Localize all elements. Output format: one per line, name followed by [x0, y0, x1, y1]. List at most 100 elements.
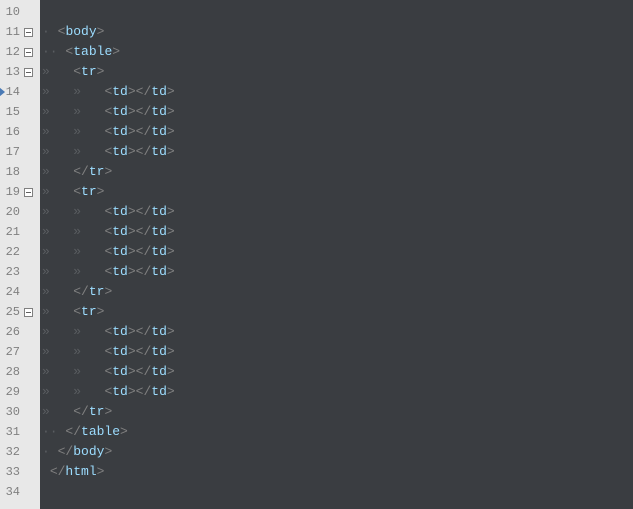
code-line[interactable]: » » <td></td> [42, 82, 633, 102]
code-line[interactable]: » </tr> [42, 402, 633, 422]
gutter-row[interactable]: 29 [0, 382, 40, 402]
fold-toggle-icon [23, 247, 33, 257]
gutter-row[interactable]: 26 [0, 322, 40, 342]
code-line[interactable]: » » <td></td> [42, 362, 633, 382]
tag-name: body [73, 444, 104, 459]
line-number: 20 [0, 202, 22, 222]
bracket: </ [58, 444, 74, 459]
whitespace-marker: » [42, 124, 50, 139]
text [50, 184, 73, 199]
tag-name: td [151, 364, 167, 379]
tag-name: td [151, 264, 167, 279]
bracket: ></ [128, 384, 151, 399]
gutter-row[interactable]: 13 [0, 62, 40, 82]
code-editor[interactable]: 1011121314151617181920212223242526272829… [0, 0, 633, 509]
tag-name: td [151, 324, 167, 339]
gutter-row[interactable]: 32 [0, 442, 40, 462]
gutter-row[interactable]: 33 [0, 462, 40, 482]
text [50, 164, 73, 179]
code-line[interactable]: ·· <table> [42, 42, 633, 62]
line-number: 25 [0, 302, 22, 322]
fold-toggle-icon [23, 467, 33, 477]
code-line[interactable]: » » <td></td> [42, 142, 633, 162]
gutter-row[interactable]: 16 [0, 122, 40, 142]
gutter-row[interactable]: 23 [0, 262, 40, 282]
text [50, 364, 73, 379]
code-line[interactable]: » <tr> [42, 182, 633, 202]
code-line[interactable]: » </tr> [42, 282, 633, 302]
gutter-row[interactable]: 19 [0, 182, 40, 202]
text [42, 464, 50, 479]
gutter-row[interactable]: 31 [0, 422, 40, 442]
fold-toggle-icon[interactable] [23, 47, 33, 57]
code-line[interactable]: » » <td></td> [42, 342, 633, 362]
bracket: > [112, 44, 120, 59]
text [50, 384, 73, 399]
code-line[interactable]: » » <td></td> [42, 122, 633, 142]
fold-toggle-icon[interactable] [23, 307, 33, 317]
code-line[interactable]: » » <td></td> [42, 322, 633, 342]
gutter-row[interactable]: 27 [0, 342, 40, 362]
code-area[interactable]: · <body>·· <table>» <tr>» » <td></td>» »… [40, 0, 633, 509]
bookmark-icon[interactable] [0, 87, 5, 97]
code-line[interactable]: » » <td></td> [42, 102, 633, 122]
code-line[interactable] [42, 2, 633, 22]
line-number: 18 [0, 162, 22, 182]
code-line[interactable]: · </body> [42, 442, 633, 462]
line-number: 10 [0, 2, 22, 22]
fold-toggle-icon [23, 167, 33, 177]
gutter-row[interactable]: 22 [0, 242, 40, 262]
fold-toggle-icon[interactable] [23, 27, 33, 37]
code-line[interactable]: » » <td></td> [42, 262, 633, 282]
gutter-row[interactable]: 24 [0, 282, 40, 302]
line-number: 19 [0, 182, 22, 202]
tag-name: body [65, 24, 96, 39]
bracket: </ [65, 424, 81, 439]
code-line[interactable]: » » <td></td> [42, 202, 633, 222]
tag-name: td [151, 204, 167, 219]
gutter-row[interactable]: 15 [0, 102, 40, 122]
gutter-row[interactable]: 28 [0, 362, 40, 382]
code-line[interactable]: » </tr> [42, 162, 633, 182]
text [50, 304, 73, 319]
code-line[interactable]: · <body> [42, 22, 633, 42]
line-number: 30 [0, 402, 22, 422]
code-line[interactable]: ·· </table> [42, 422, 633, 442]
whitespace-marker: » [42, 384, 50, 399]
gutter-row[interactable]: 21 [0, 222, 40, 242]
gutter-row[interactable]: 30 [0, 402, 40, 422]
code-line[interactable]: » <tr> [42, 62, 633, 82]
tag-name: td [151, 124, 167, 139]
code-line[interactable]: </html> [42, 462, 633, 482]
line-number: 34 [0, 482, 22, 502]
text [81, 244, 104, 259]
gutter-row[interactable]: 34 [0, 482, 40, 502]
tag-name: td [112, 224, 128, 239]
gutter-row[interactable]: 17 [0, 142, 40, 162]
gutter-row[interactable]: 10 [0, 2, 40, 22]
bracket: ></ [128, 264, 151, 279]
code-line[interactable]: » <tr> [42, 302, 633, 322]
whitespace-marker: » [73, 84, 81, 99]
line-number: 15 [0, 102, 22, 122]
gutter-row[interactable]: 20 [0, 202, 40, 222]
line-number: 23 [0, 262, 22, 282]
fold-toggle-icon[interactable] [23, 67, 33, 77]
fold-toggle-icon [23, 387, 33, 397]
bracket: > [167, 364, 175, 379]
bracket: ></ [128, 244, 151, 259]
text [81, 204, 104, 219]
line-number: 13 [0, 62, 22, 82]
gutter-row[interactable]: 11 [0, 22, 40, 42]
gutter-row[interactable]: 12 [0, 42, 40, 62]
code-line[interactable]: » » <td></td> [42, 242, 633, 262]
tag-name: tr [89, 284, 105, 299]
code-line[interactable]: » » <td></td> [42, 222, 633, 242]
gutter-row[interactable]: 25 [0, 302, 40, 322]
gutter-row[interactable]: 18 [0, 162, 40, 182]
code-line[interactable] [42, 482, 633, 502]
code-line[interactable]: » » <td></td> [42, 382, 633, 402]
gutter-row[interactable]: 14 [0, 82, 40, 102]
fold-toggle-icon[interactable] [23, 187, 33, 197]
line-number: 29 [0, 382, 22, 402]
